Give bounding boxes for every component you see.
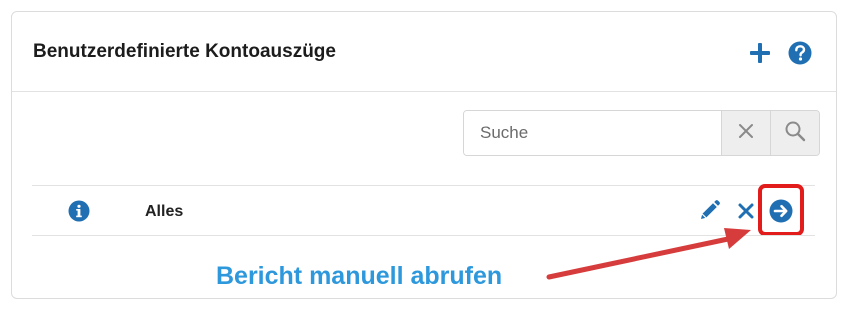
annotation-label: Bericht manuell abrufen — [216, 262, 503, 290]
statements-panel: Benutzerdefinierte Kontoauszüge Suche Al… — [11, 11, 837, 299]
list-item-label: Alles — [145, 203, 184, 220]
search-icon — [784, 120, 806, 147]
clear-search-button[interactable] — [721, 111, 770, 155]
plus-icon[interactable] — [747, 40, 773, 66]
search-input[interactable] — [464, 111, 721, 155]
info-circle-icon[interactable] — [68, 200, 90, 222]
row-divider — [32, 235, 815, 236]
close-icon[interactable] — [736, 201, 756, 221]
search-button[interactable] — [770, 111, 819, 155]
panel-title: Benutzerdefinierte Kontoauszüge — [33, 41, 336, 62]
search-group — [463, 110, 820, 156]
question-circle-icon[interactable] — [787, 40, 813, 66]
panel-header: Benutzerdefinierte Kontoauszüge — [12, 12, 836, 92]
arrow-right-circle-icon[interactable] — [769, 199, 793, 223]
pencil-icon[interactable] — [697, 199, 721, 223]
close-icon — [738, 123, 754, 144]
row-divider — [32, 185, 815, 186]
